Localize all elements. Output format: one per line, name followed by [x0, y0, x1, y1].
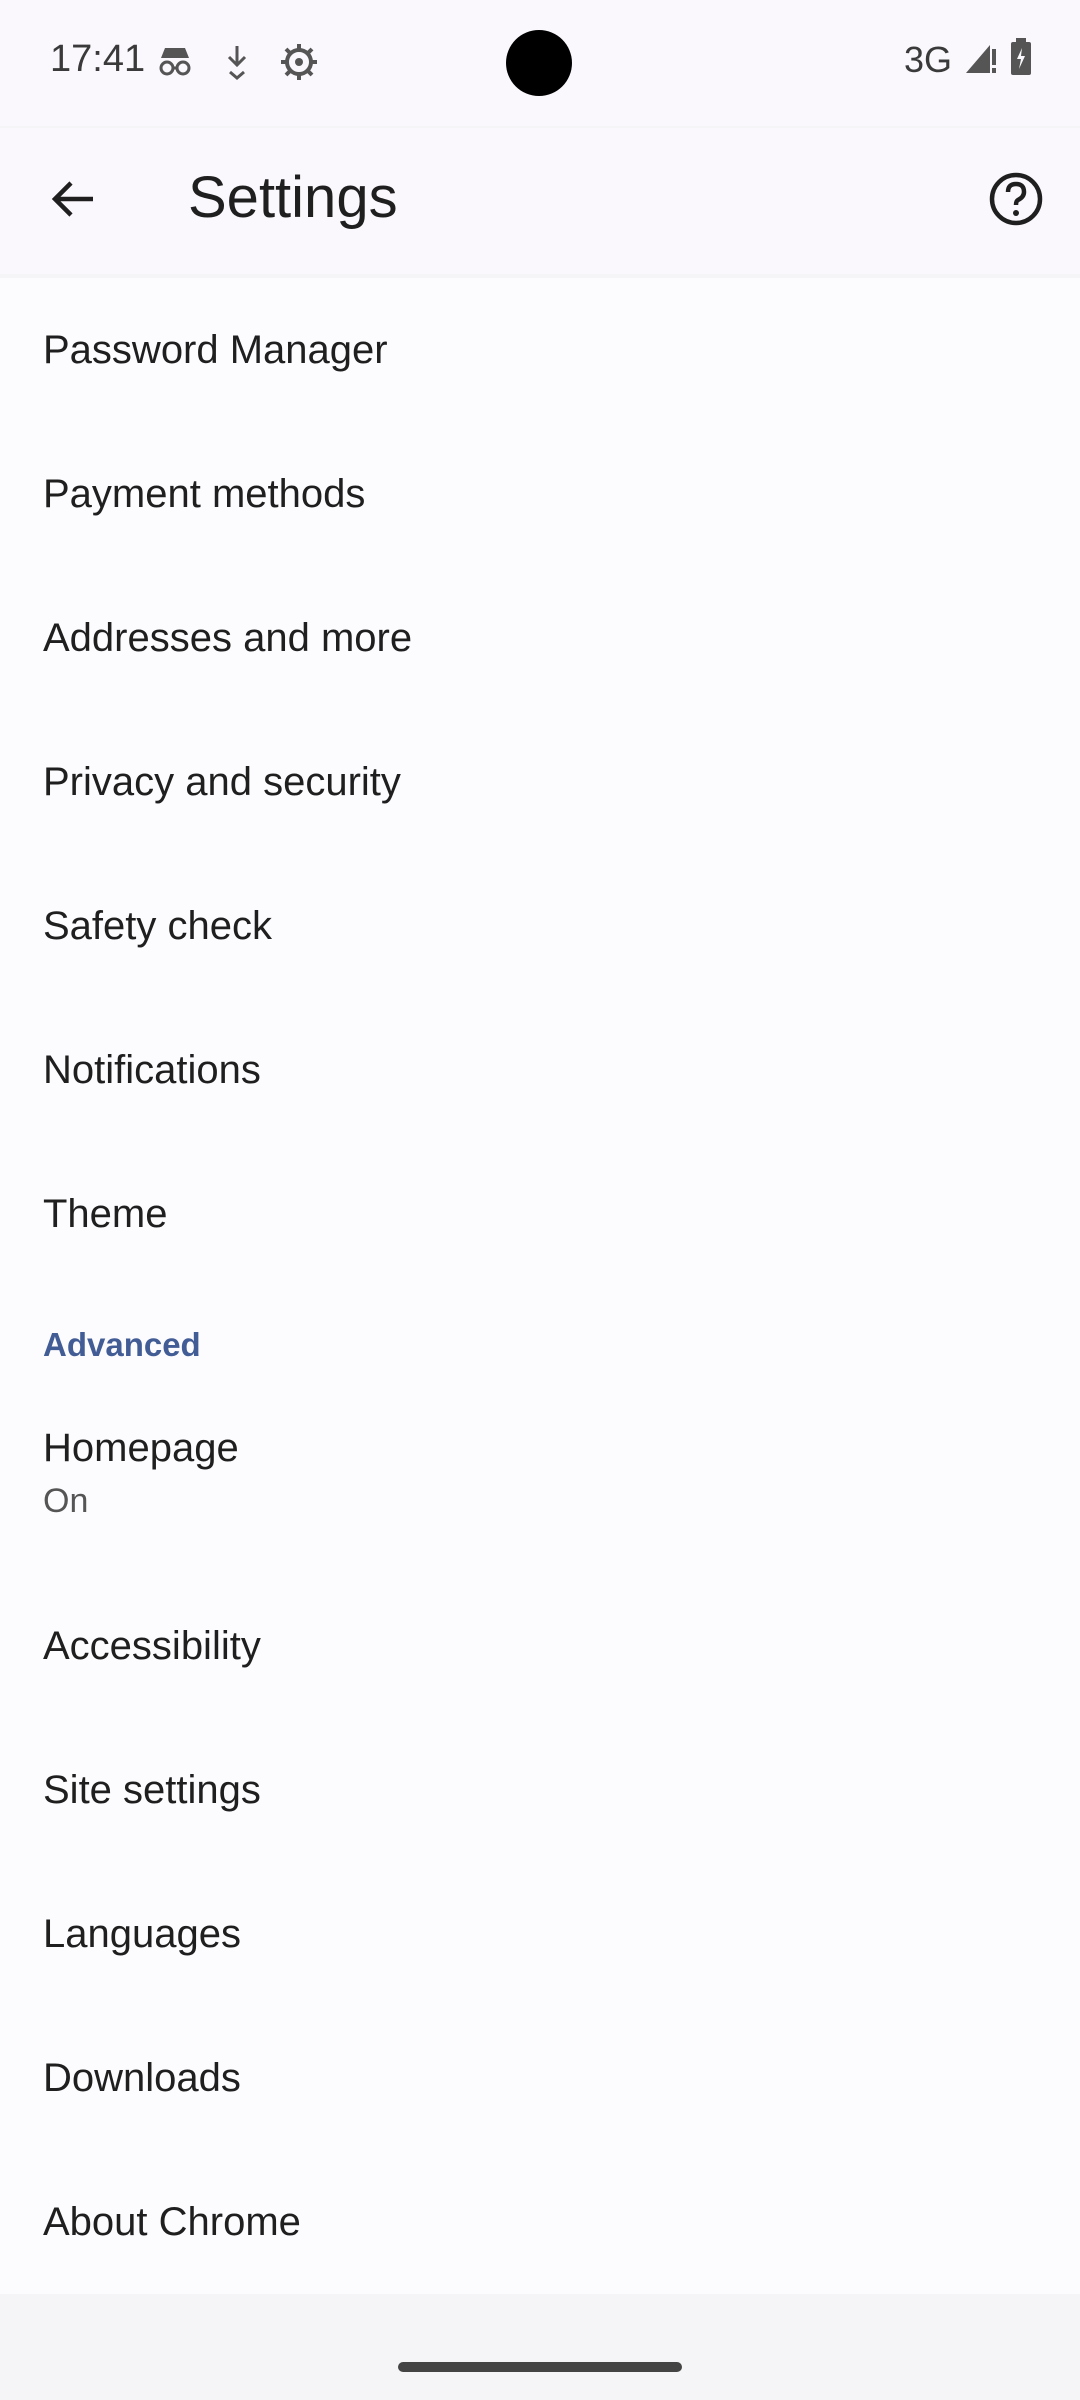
status-time: 17:41 [50, 38, 146, 80]
list-item-privacy-security[interactable]: Privacy and security [0, 710, 1080, 854]
back-button[interactable] [0, 128, 146, 274]
list-item-homepage[interactable]: Homepage On [0, 1382, 1080, 1574]
gesture-nav-handle[interactable] [398, 2362, 682, 2372]
settings-list: Password Manager Payment methods Address… [0, 278, 1080, 2294]
network-type-label: 3G [903, 38, 952, 80]
toolbar: Settings [0, 128, 1080, 274]
notifications-label: Notifications [43, 1047, 261, 1092]
status-bar: 17:41 3G [0, 0, 1080, 126]
list-item-payment-methods[interactable]: Payment methods [0, 422, 1080, 566]
addresses-label: Addresses and more [43, 615, 413, 660]
languages-label: Languages [43, 1911, 241, 1956]
list-item-accessibility[interactable]: Accessibility [0, 1574, 1080, 1718]
about-chrome-label: About Chrome [43, 2199, 301, 2244]
camera-cutout [506, 30, 572, 96]
theme-label: Theme [43, 1191, 168, 1236]
homepage-label: Homepage [43, 1426, 239, 1470]
downloads-label: Downloads [43, 2055, 241, 2100]
settings-gear-icon [279, 42, 319, 82]
download-icon [217, 42, 257, 82]
payment-methods-label: Payment methods [43, 471, 366, 516]
help-icon [988, 171, 1044, 232]
list-item-safety-check[interactable]: Safety check [0, 854, 1080, 998]
signal-icon [964, 39, 998, 80]
list-item-addresses[interactable]: Addresses and more [0, 566, 1080, 710]
homepage-summary: On [43, 1482, 89, 1520]
list-item-downloads[interactable]: Downloads [0, 2006, 1080, 2150]
help-button[interactable] [952, 128, 1080, 274]
list-item-password-manager[interactable]: Password Manager [0, 278, 1080, 422]
incognito-icon [155, 42, 195, 82]
site-settings-label: Site settings [43, 1767, 261, 1812]
list-item-site-settings[interactable]: Site settings [0, 1718, 1080, 1862]
page-title: Settings [188, 165, 398, 230]
advanced-header-label: Advanced [43, 1326, 201, 1363]
list-item-notifications[interactable]: Notifications [0, 998, 1080, 1142]
status-icons-left [155, 42, 319, 82]
back-arrow-icon [49, 175, 97, 228]
safety-check-label: Safety check [43, 903, 273, 948]
password-manager-label: Password Manager [43, 327, 388, 372]
accessibility-label: Accessibility [43, 1623, 261, 1668]
section-header-advanced: Advanced [0, 1286, 1080, 1382]
list-item-about-chrome[interactable]: About Chrome [0, 2150, 1080, 2294]
list-item-theme[interactable]: Theme [0, 1142, 1080, 1286]
status-icons-right: 3G [904, 38, 1032, 81]
list-item-languages[interactable]: Languages [0, 1862, 1080, 2006]
battery-icon [1010, 38, 1032, 81]
privacy-security-label: Privacy and security [43, 759, 401, 804]
